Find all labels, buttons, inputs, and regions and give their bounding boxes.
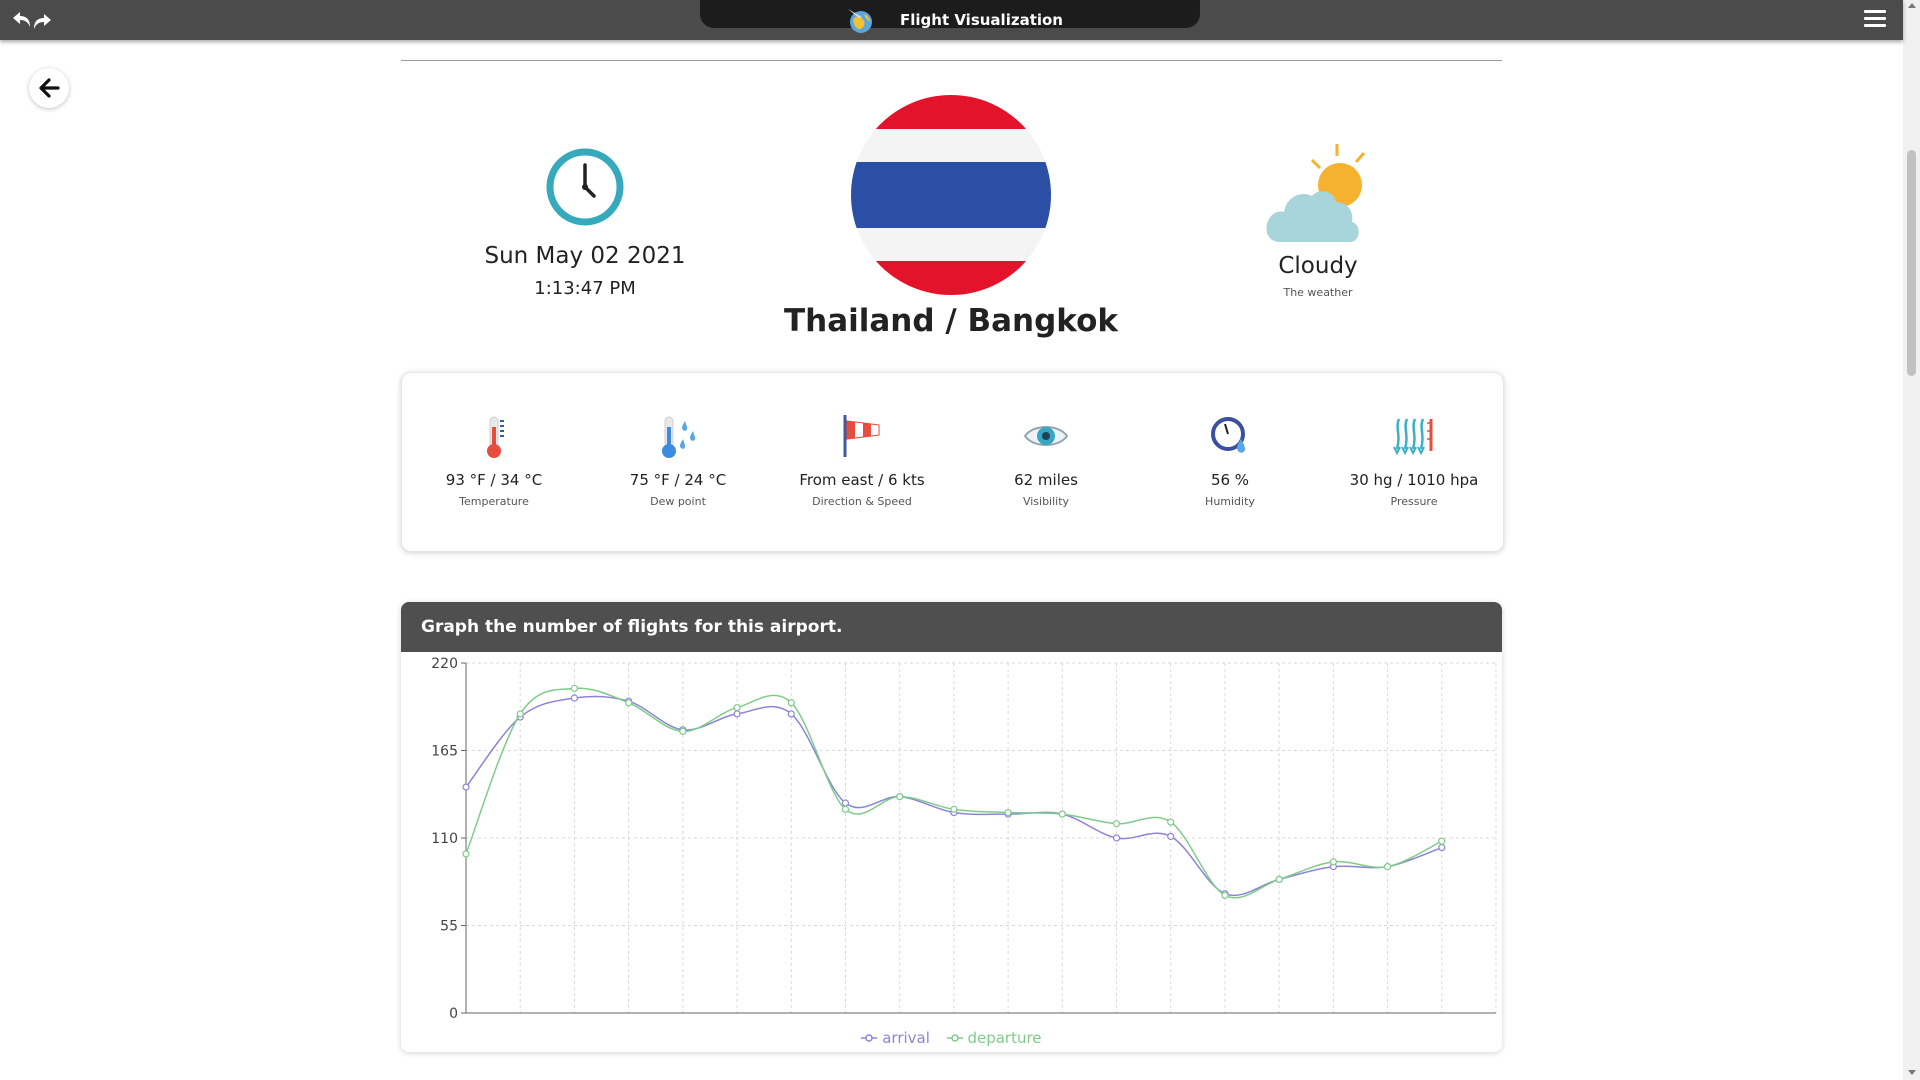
vertical-scrollbar[interactable] [1903, 0, 1920, 1080]
data-point-arrival [570, 694, 579, 702]
data-point-departure [950, 805, 958, 813]
data-point-departure [1058, 810, 1066, 818]
scroll-up-arrow-icon[interactable] [1908, 3, 1916, 8]
thailand-flag [851, 95, 1051, 295]
stat-humidity: 56 % Humidity [1140, 413, 1320, 508]
data-point-arrival [733, 710, 741, 718]
flights-line-chart: 0 55 110 165 220 [431, 656, 1497, 1022]
data-point-departure [679, 727, 687, 736]
stat-value: 75 °F / 24 °C [629, 471, 727, 489]
location-name: Thailand / Bangkok [784, 303, 1118, 339]
scrollbar-thumb[interactable] [1907, 150, 1916, 376]
data-point-departure [1383, 863, 1392, 871]
windsock-icon [843, 415, 880, 457]
stat-temperature: 93 °F / 34 °C Temperature [404, 413, 584, 508]
data-point-arrival [462, 783, 470, 791]
stat-value: 93 °F / 34 °C [445, 471, 543, 489]
stat-label: Humidity [1205, 495, 1255, 508]
stat-label: Pressure [1390, 495, 1438, 508]
data-point-departure [462, 850, 470, 858]
local-time: 1:13:47 PM [534, 278, 636, 299]
data-point-departure [896, 793, 904, 801]
data-point-departure [1275, 875, 1283, 883]
chart-legend: arrival departure [401, 1029, 1502, 1047]
hamburger-menu-icon[interactable] [1864, 10, 1886, 30]
y-tick-label: 110 [431, 831, 458, 847]
data-point-departure [787, 699, 795, 707]
data-point-departure [1112, 820, 1121, 828]
stat-value: 62 miles [1014, 471, 1078, 489]
weather-condition: Cloudy [1278, 253, 1358, 279]
graph-title: Graph the number of flights for this air… [401, 602, 1502, 652]
stat-label: Temperature [459, 495, 529, 508]
legend-departure[interactable]: departure [946, 1029, 1042, 1047]
data-point-departure [516, 710, 524, 718]
app-title: Flight Visualization [900, 11, 1063, 29]
dew-point-icon [662, 416, 696, 458]
data-point-departure [625, 699, 633, 707]
data-point-departure [570, 684, 579, 693]
weather-caption: The weather [1283, 286, 1353, 299]
eye-icon [1023, 426, 1069, 446]
data-point-departure [841, 805, 850, 813]
data-point-arrival [1438, 843, 1446, 852]
stat-value: 56 % [1210, 471, 1250, 489]
stat-dew-point: 75 °F / 24 °C Dew point [588, 413, 768, 508]
data-point-arrival [1112, 834, 1121, 842]
data-point-departure [733, 703, 741, 712]
data-point-departure [1438, 837, 1446, 845]
data-point-departure [1004, 808, 1012, 817]
legend-arrival-label: arrival [882, 1029, 930, 1047]
partly-cloudy-icon [1266, 144, 1366, 242]
back-button[interactable] [29, 68, 69, 108]
y-tick-label: 55 [440, 919, 458, 935]
undo-redo-icon[interactable] [10, 9, 54, 31]
flights-graph-card: Graph the number of flights for this air… [401, 602, 1502, 1052]
top-bar: Flight Visualization [0, 0, 1903, 40]
legend-arrival[interactable]: arrival [861, 1029, 930, 1047]
data-point-arrival [787, 710, 795, 718]
data-point-arrival [1167, 832, 1175, 841]
legend-departure-label: departure [967, 1029, 1042, 1047]
pressure-icon [1393, 418, 1433, 456]
clock-icon [546, 148, 624, 226]
data-point-departure [1167, 818, 1175, 826]
stat-wind: From east / 6 kts Direction & Speed [772, 413, 952, 508]
stat-pressure: 30 hg / 1010 hpa Pressure [1324, 413, 1504, 508]
stat-value: From east / 6 kts [799, 471, 925, 489]
arrow-left-icon [39, 78, 60, 98]
local-date: Sun May 02 2021 [484, 243, 686, 269]
weather-stats-card: 93 °F / 34 °C Temperature 75 °F / 24 °C … [401, 372, 1504, 552]
stat-label: Direction & Speed [812, 495, 912, 508]
stat-value: 30 hg / 1010 hpa [1349, 471, 1479, 489]
legend-departure-marker-icon [946, 1034, 963, 1042]
data-point-arrival [841, 799, 850, 807]
stat-visibility: 62 miles Visibility [956, 413, 1136, 508]
scroll-down-arrow-icon[interactable] [1908, 1070, 1916, 1075]
stat-label: Visibility [1022, 495, 1070, 508]
data-point-departure [1329, 858, 1337, 866]
header-divider [401, 60, 1502, 61]
legend-arrival-marker-icon [861, 1034, 878, 1042]
stat-label: Dew point [650, 495, 706, 508]
globe-plane-logo-icon [848, 9, 872, 33]
humidity-gauge-icon [1211, 417, 1245, 453]
y-tick-label: 0 [449, 1006, 458, 1022]
y-tick-label: 220 [431, 656, 458, 672]
y-tick-label: 165 [431, 744, 458, 760]
data-point-departure [1221, 891, 1229, 899]
thermometer-icon [487, 416, 504, 458]
